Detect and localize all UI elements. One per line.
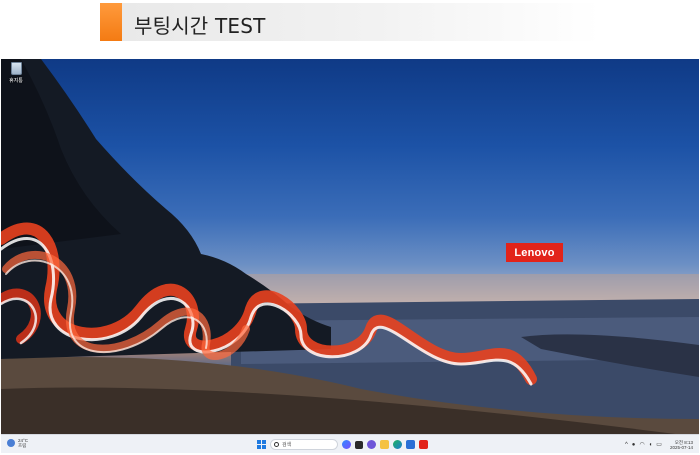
taskbar-center: 검색 — [257, 438, 428, 451]
desktop-icon-label: 휴지통 — [9, 78, 23, 84]
desktop-icon-recycle-bin[interactable]: 휴지통 — [6, 62, 26, 84]
copilot-icon[interactable] — [342, 440, 351, 449]
file-explorer-icon[interactable] — [380, 440, 389, 449]
search-input[interactable]: 검색 — [270, 439, 338, 450]
tray-app-icon[interactable]: ● — [632, 442, 636, 448]
header-banner: 부팅시간 TEST — [100, 3, 600, 41]
start-icon[interactable] — [257, 440, 266, 449]
edge-browser-icon[interactable] — [393, 440, 402, 449]
search-icon — [274, 442, 279, 447]
weather-cloud-icon — [7, 439, 15, 447]
volume-icon[interactable]: ◖ — [649, 442, 653, 448]
chat-icon[interactable] — [367, 440, 376, 449]
desktop-screen: 휴지통 Lenovo 24°C 흐림 검색 ^ ● ◠ ◖ ▭ 오전 8:13 … — [1, 59, 699, 453]
recycle-bin-icon — [10, 62, 22, 75]
search-placeholder: 검색 — [282, 442, 292, 448]
lenovo-app-icon[interactable] — [419, 440, 428, 449]
task-view-icon[interactable] — [355, 440, 363, 449]
banner-accent-bar — [100, 3, 122, 41]
system-tray: ^ ● ◠ ◖ ▭ 오전 8:13 2025-07-14 — [625, 438, 693, 451]
taskbar: 24°C 흐림 검색 ^ ● ◠ ◖ ▭ 오전 8:13 2025-07-14 — [1, 434, 699, 453]
clock-date: 2025-07-14 — [669, 444, 693, 450]
tray-overflow-chevron-icon[interactable]: ^ — [625, 442, 628, 448]
weather-condition: 흐림 — [18, 443, 27, 448]
battery-icon[interactable]: ▭ — [656, 442, 662, 448]
weather-widget[interactable]: 24°C 흐림 — [7, 438, 28, 448]
wallpaper-scene — [1, 59, 699, 453]
lenovo-logo: Lenovo — [506, 243, 563, 262]
microsoft-store-icon[interactable] — [406, 440, 415, 449]
clock[interactable]: 오전 8:13 2025-07-14 — [670, 440, 693, 450]
network-icon[interactable]: ◠ — [639, 442, 644, 448]
lenovo-logo-text: Lenovo — [514, 246, 555, 259]
banner-title: 부팅시간 TEST — [134, 14, 266, 38]
